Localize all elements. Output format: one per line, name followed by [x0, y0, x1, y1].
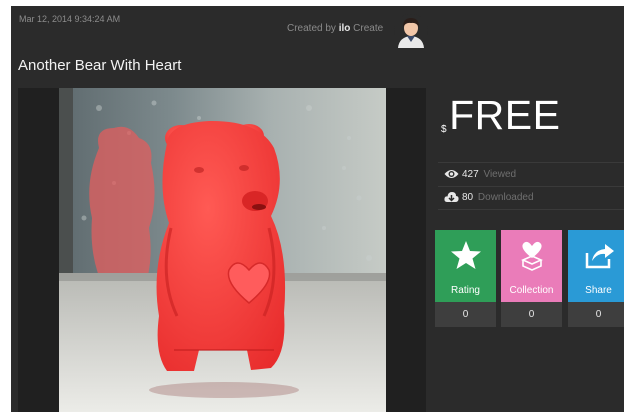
downloaded-stat: 80 Downloaded	[438, 186, 624, 210]
downloaded-label: Downloaded	[477, 192, 534, 203]
collection-button[interactable]: Collection 0	[501, 230, 562, 327]
share-count: 0	[568, 302, 624, 327]
viewed-count: 427	[462, 169, 479, 180]
eye-icon	[444, 170, 459, 178]
preview-frame	[18, 88, 426, 412]
share-label: Share	[585, 285, 612, 296]
cloud-download-icon	[444, 192, 459, 202]
downloaded-count: 80	[462, 192, 474, 203]
model-detail-page: Mar 12, 2014 9:34:24 AM Created by ilo C…	[11, 6, 624, 412]
creator-avatar[interactable]	[394, 14, 428, 48]
price-value: FREE	[449, 92, 561, 138]
creator-name-link[interactable]: ilo	[339, 23, 351, 34]
viewed-label: Viewed	[483, 169, 517, 180]
rating-button[interactable]: Rating 0	[435, 230, 496, 327]
created-by-suffix: Create	[350, 23, 384, 34]
model-title: Another Bear With Heart	[18, 57, 182, 74]
heart-box-icon	[521, 241, 543, 271]
upload-date: Mar 12, 2014 9:34:24 AM	[19, 14, 121, 24]
share-button[interactable]: Share 0	[568, 230, 624, 327]
star-icon	[451, 241, 481, 269]
currency-symbol: $	[441, 124, 448, 135]
model-photo[interactable]	[59, 88, 386, 412]
collection-label: Collection	[509, 285, 554, 296]
rating-count: 0	[435, 302, 496, 327]
created-by-prefix: Created by	[287, 23, 339, 34]
price-display: $FREE	[441, 92, 560, 139]
collection-count: 0	[501, 302, 562, 327]
creator-line: Created by ilo Create	[287, 23, 383, 34]
rating-label: Rating	[451, 285, 480, 296]
share-arrow-icon	[585, 244, 614, 269]
viewed-stat: 427 Viewed	[438, 162, 624, 187]
